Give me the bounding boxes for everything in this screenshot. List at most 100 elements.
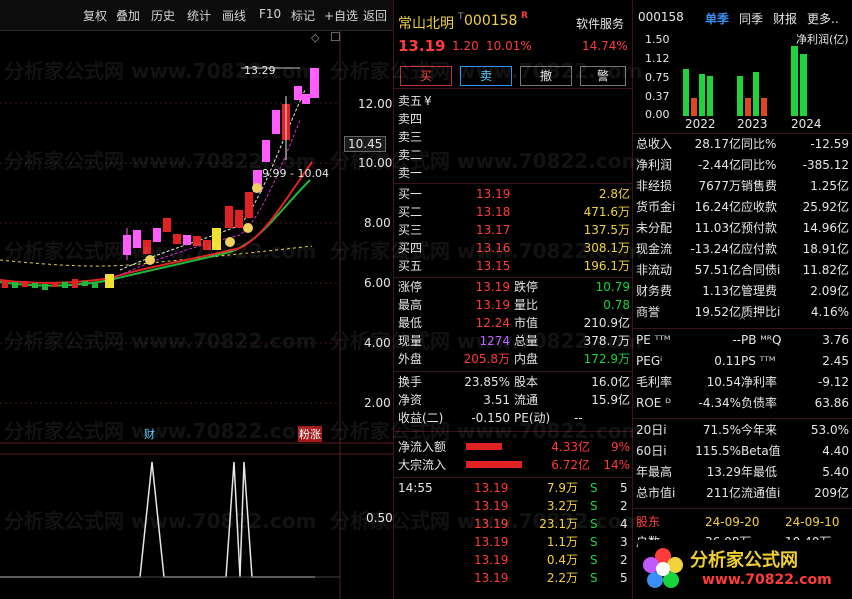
fin-value: 25.92亿 bbox=[802, 200, 849, 214]
tick-volume: 0.4万 bbox=[546, 553, 578, 567]
square-icon[interactable]: ☐ bbox=[330, 30, 341, 44]
sector-name[interactable]: 软件服务 bbox=[576, 15, 624, 32]
buy-2-label: 买二 bbox=[398, 205, 423, 219]
fin-value: 2.09亿 bbox=[810, 284, 849, 298]
tab-same-quarter[interactable]: 同季 bbox=[739, 10, 763, 27]
bar bbox=[707, 76, 713, 116]
holder-date-2: 24-09-10 bbox=[785, 515, 840, 529]
tick-side: S bbox=[590, 535, 598, 549]
fin-value: 1.25亿 bbox=[810, 179, 849, 193]
fin-label: 销售费 bbox=[741, 179, 778, 193]
stat-label: 量比 bbox=[514, 298, 539, 312]
fin-y-tick: 1.50 bbox=[645, 33, 670, 46]
watermark: 分析家公式网 www.70822.com bbox=[4, 509, 317, 533]
watermark: 分析家公式网 www.70822.com bbox=[330, 149, 643, 173]
flow-pct: 14% bbox=[603, 458, 630, 472]
r-badge: R bbox=[521, 11, 528, 21]
tick-count: 2 bbox=[620, 553, 628, 567]
watermark: 分析家公式网 www.70822.com bbox=[330, 509, 643, 533]
fin-value: 57.51亿 bbox=[694, 263, 741, 277]
chevron-up-icon[interactable]: ^ bbox=[738, 316, 746, 327]
brand-name: 分析家公式网 bbox=[690, 550, 798, 571]
finance-panel: 000158 单季 同季 财报 更多.. 净利润(亿) 1.50 1.12 0.… bbox=[633, 0, 852, 599]
watermark: 分析家公式网 www.70822.com bbox=[4, 239, 317, 263]
perf-value: 211亿 bbox=[706, 486, 741, 500]
sell-5-price: ¥ bbox=[424, 94, 432, 108]
flow-label: 大宗流入 bbox=[398, 458, 447, 472]
val-value: 2.45 bbox=[822, 354, 849, 368]
perf-label: 年最高 bbox=[636, 465, 673, 479]
bar bbox=[699, 74, 705, 116]
val-value: -4.34% bbox=[698, 396, 741, 410]
fin-value: 11.03亿 bbox=[694, 221, 741, 235]
fin-label: 管理费 bbox=[741, 284, 778, 298]
divider bbox=[633, 328, 852, 329]
watermark: 分析家公式网 www.70822.com bbox=[4, 59, 317, 83]
fin-year: 2022 bbox=[685, 117, 716, 131]
toolbar-add-favorite[interactable]: +自选 bbox=[324, 7, 358, 24]
perf-value: 53.0% bbox=[810, 423, 849, 437]
stat-label: 流通 bbox=[514, 393, 539, 407]
bar bbox=[745, 98, 751, 116]
price-change: 1.20 bbox=[452, 39, 479, 53]
fin-label: 货币金i bbox=[636, 200, 676, 214]
watermark: 分析家公式网 www.70822.com bbox=[4, 329, 317, 353]
fin-value: 19.52亿 bbox=[694, 305, 741, 319]
bar bbox=[683, 69, 689, 116]
tab-more[interactable]: 更多.. bbox=[807, 10, 839, 27]
fin-label: 应付款 bbox=[741, 242, 778, 256]
val-label: PS ᵀᵀᴹ bbox=[741, 354, 776, 368]
fin-year: 2023 bbox=[737, 117, 768, 131]
divider bbox=[633, 418, 852, 419]
price-tick: 8.00 bbox=[364, 216, 391, 230]
price-tick: 2.00 bbox=[364, 396, 391, 410]
toolbar-fuquan[interactable]: 复权 bbox=[83, 7, 107, 24]
toolbar-lishi[interactable]: 历史 bbox=[151, 7, 175, 24]
watermark: 分析家公式网 www.70822.com bbox=[330, 329, 643, 353]
fin-value: -12.59 bbox=[810, 137, 849, 151]
toolbar-f10[interactable]: F10 bbox=[259, 7, 281, 21]
fin-value: 4.16% bbox=[810, 305, 849, 319]
toolbar-biaoji[interactable]: 标记 bbox=[291, 7, 315, 24]
val-label: PB ᴹᴿQ bbox=[741, 333, 782, 347]
fin-label: 应收款 bbox=[741, 200, 778, 214]
tick-price: 13.19 bbox=[474, 571, 509, 585]
diamond-icon[interactable]: ◇ bbox=[311, 31, 319, 44]
tick-side: S bbox=[590, 481, 598, 495]
val-value: 0.11 bbox=[714, 354, 741, 368]
fin-y-tick: 1.12 bbox=[645, 52, 670, 65]
sell-3-label: 卖三 bbox=[398, 130, 423, 144]
divider bbox=[394, 477, 632, 478]
stat-value: 3.51 bbox=[483, 393, 510, 407]
val-value: 63.86 bbox=[814, 396, 849, 410]
flow-value: 6.72亿 bbox=[551, 458, 590, 472]
tick-count: 5 bbox=[620, 571, 628, 585]
toolbar-huaxian[interactable]: 画线 bbox=[222, 7, 246, 24]
fin-y-tick: 0.37 bbox=[645, 90, 670, 103]
flow-bar bbox=[466, 443, 502, 450]
perf-value: 4.40 bbox=[822, 444, 849, 458]
stat-value: 13.19 bbox=[475, 280, 510, 294]
price-tick: 12.00 bbox=[358, 97, 393, 111]
perf-value: 13.29 bbox=[706, 465, 741, 479]
tick-count: 3 bbox=[620, 535, 628, 549]
tick-volume: 1.1万 bbox=[546, 535, 578, 549]
toolbar-diejia[interactable]: 叠加 bbox=[116, 7, 140, 24]
stock-code: 000158 bbox=[464, 13, 518, 29]
tab-report[interactable]: 财报 bbox=[773, 10, 797, 27]
fin-value: -385.12 bbox=[802, 158, 849, 172]
tick-side: S bbox=[590, 553, 598, 567]
toolbar-tongji[interactable]: 统计 bbox=[187, 7, 211, 24]
tab-single-quarter[interactable]: 单季 bbox=[705, 10, 729, 27]
toolbar-back[interactable]: 返回 bbox=[363, 7, 387, 24]
divider bbox=[394, 183, 632, 184]
tick-volume: 2.2万 bbox=[546, 571, 578, 585]
bar bbox=[761, 98, 767, 116]
tick-count: 5 bbox=[620, 481, 628, 495]
fin-value: 14.96亿 bbox=[802, 221, 849, 235]
val-label: ROE ᴰ bbox=[636, 396, 671, 410]
tick-volume: 7.9万 bbox=[546, 481, 578, 495]
val-value: 3.76 bbox=[822, 333, 849, 347]
fin-label: 同比% bbox=[741, 158, 777, 172]
brand-logo: 分析家公式网 www.70822.com bbox=[638, 540, 850, 598]
